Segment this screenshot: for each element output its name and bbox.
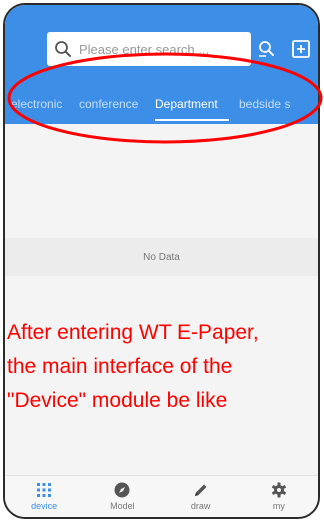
bottom-navigation: device Model draw my: [5, 475, 318, 517]
nav-device[interactable]: device: [14, 482, 74, 511]
nav-label: Model: [110, 501, 135, 511]
nav-label: draw: [190, 501, 211, 511]
caption-line-2: the main interface of the: [7, 355, 233, 378]
caption-line-1: After entering WT E-Paper,: [7, 321, 259, 344]
nav-draw[interactable]: draw: [171, 482, 231, 511]
caption-line-3: "Device" module be like: [7, 389, 228, 412]
gear-icon: [271, 482, 286, 498]
nav-label: my: [272, 501, 285, 511]
annotation-ellipse: [7, 52, 323, 144]
nav-label: device: [31, 501, 58, 511]
compass-icon: [114, 482, 130, 498]
nav-my[interactable]: my: [249, 482, 309, 511]
annotation-caption: After entering WT E-Paper, the main inte…: [7, 316, 318, 418]
pencil-icon: [194, 484, 207, 496]
grid-icon: [37, 483, 52, 497]
empty-state-text: No Data: [143, 251, 180, 263]
nav-model[interactable]: Model: [92, 482, 152, 511]
empty-state: No Data: [5, 238, 318, 276]
